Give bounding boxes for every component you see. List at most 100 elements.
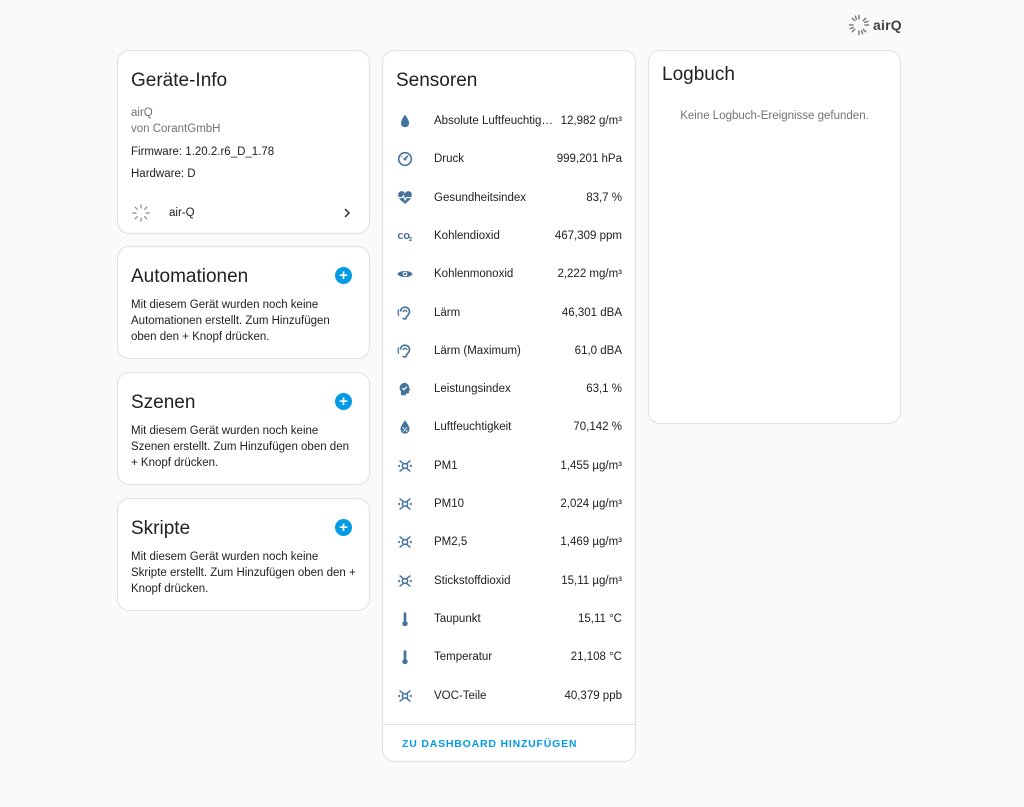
logo-text: airQ xyxy=(873,17,902,33)
sensor-value: 83,7 % xyxy=(586,191,622,204)
plus-icon: + xyxy=(339,393,348,410)
gauge-icon xyxy=(395,149,415,169)
sensor-row[interactable]: CO 2 Kohlendioxid 467,309 ppm xyxy=(395,217,622,255)
add-automation-button[interactable]: + xyxy=(335,267,352,284)
sensor-value: 12,982 g/m³ xyxy=(560,115,622,127)
device-name: airQ xyxy=(131,107,153,119)
plus-icon: + xyxy=(339,519,348,536)
airq-logo-icon xyxy=(848,14,870,36)
particles-icon xyxy=(395,686,415,706)
scenes-description: Mit diesem Gerät wurden noch keine Szene… xyxy=(131,425,349,469)
sensor-value: 70,142 % xyxy=(573,421,622,434)
sensors-card: Sensoren Absolute Luftfeuchtigkeit 12,982… xyxy=(382,50,636,762)
head-check-icon xyxy=(395,379,415,399)
scenes-card: Szenen + Mit diesem Gerät wurden noch ke… xyxy=(117,372,370,485)
sensor-row[interactable]: Temperatur 21,108 °C xyxy=(395,638,622,676)
sensors-title: Sensoren xyxy=(396,70,478,91)
sensor-row[interactable]: Luftfeuchtigkeit 70,142 % xyxy=(395,408,622,446)
particles-icon xyxy=(395,494,415,514)
integration-label: air-Q xyxy=(169,207,195,219)
sensor-value: 999,201 hPa xyxy=(556,153,622,166)
sensor-row[interactable]: Stickstoffdioxid 15,11 µg/m³ xyxy=(395,562,622,600)
water-drop-icon xyxy=(395,111,415,131)
sensor-name: Lärm (Maximum) xyxy=(434,344,521,357)
automations-description: Mit diesem Gerät wurden noch keine Autom… xyxy=(131,299,330,343)
particles-icon xyxy=(395,532,415,552)
sensor-row[interactable]: Lärm 46,301 dBA xyxy=(395,294,622,332)
logbook-empty-text: Keine Logbuch-Ereignisse gefunden. xyxy=(680,110,869,122)
sensor-name: Kohlendioxid xyxy=(434,229,500,242)
sensor-value: 61,0 dBA xyxy=(574,344,622,357)
water-percent-icon xyxy=(395,417,415,437)
scripts-description: Mit diesem Gerät wurden noch keine Skrip… xyxy=(131,551,356,595)
sensors-footer-divider xyxy=(383,724,635,725)
sensor-value: 2,222 mg/m³ xyxy=(557,268,622,281)
sensor-name: PM10 xyxy=(434,498,465,510)
sensor-value: 1,469 µg/m³ xyxy=(560,536,622,549)
sensor-name: Gesundheitsindex xyxy=(434,191,527,204)
sensor-value: 15,11 µg/m³ xyxy=(561,574,622,587)
plus-icon: + xyxy=(339,267,348,284)
sensor-name: VOC-Teile xyxy=(434,689,487,702)
sensor-row[interactable]: PM1 1,455 µg/m³ xyxy=(395,447,622,485)
add-to-dashboard-button[interactable]: ZU DASHBOARD HINZUFÜGEN xyxy=(402,738,577,750)
device-manufacturer: von CorantGmbH xyxy=(131,123,221,135)
airq-logo: airQ xyxy=(848,14,902,36)
sensor-name: Kohlenmonoxid xyxy=(434,268,514,281)
sensor-name: Taupunkt xyxy=(434,612,481,625)
airq-integration-icon xyxy=(132,204,150,222)
particles-icon xyxy=(395,456,415,476)
device-info-title: Geräte-Info xyxy=(131,70,228,91)
sensor-row[interactable]: Taupunkt 15,11 °C xyxy=(395,600,622,638)
automations-card: Automationen + Mit diesem Gerät wurden n… xyxy=(117,246,370,359)
sensor-name: Leistungsindex xyxy=(434,383,511,396)
thermometer-icon xyxy=(395,609,415,629)
sensor-name: Luftfeuchtigkeit xyxy=(434,421,512,434)
sensor-row[interactable]: Lärm (Maximum) 61,0 dBA xyxy=(395,332,622,370)
sensor-row[interactable]: Absolute Luftfeuchtigkeit 12,982 g/m³ xyxy=(395,102,622,140)
sensor-name: Stickstoffdioxid xyxy=(434,574,511,587)
heart-pulse-icon xyxy=(395,188,415,208)
sensor-row[interactable]: PM10 2,024 µg/m³ xyxy=(395,485,622,523)
add-script-button[interactable]: + xyxy=(335,519,352,536)
sensor-value: 467,309 ppm xyxy=(554,229,622,242)
sensor-value: 46,301 dBA xyxy=(561,306,622,319)
chevron-right-icon xyxy=(344,208,351,218)
device-hardware: Hardware: D xyxy=(131,168,196,180)
device-firmware: Firmware: 1.20.2.r6_D_1.78 xyxy=(131,146,275,158)
sensor-row[interactable]: Druck 999,201 hPa xyxy=(395,140,622,178)
thermometer-icon xyxy=(395,647,415,667)
co2-icon: CO 2 xyxy=(395,226,415,246)
sensor-name: PM2,5 xyxy=(434,536,468,549)
sensor-value: 1,455 µg/m³ xyxy=(560,459,622,472)
sensor-name: Temperatur xyxy=(434,651,493,664)
sensor-name: Absolute Luftfeuchtigkeit xyxy=(434,115,554,127)
device-info-card: Geräte-Info airQ von CorantGmbH Firmware… xyxy=(117,50,370,234)
logbook-card: Logbuch Keine Logbuch-Ereignisse gefunde… xyxy=(648,50,901,424)
logbook-title: Logbuch xyxy=(662,64,735,85)
automations-title: Automationen xyxy=(131,266,249,287)
sensor-row[interactable]: Kohlenmonoxid 2,222 mg/m³ xyxy=(395,255,622,293)
sensor-name: PM1 xyxy=(434,459,458,472)
scenes-title: Szenen xyxy=(131,392,196,413)
sensor-row[interactable]: Gesundheitsindex 83,7 % xyxy=(395,179,622,217)
ear-icon xyxy=(395,303,415,323)
add-scene-button[interactable]: + xyxy=(335,393,352,410)
particles-icon xyxy=(395,571,415,591)
sensor-value: 21,108 °C xyxy=(570,651,622,664)
sensor-value: 40,379 ppb xyxy=(564,689,622,702)
sensor-name: Lärm xyxy=(434,306,461,319)
sensor-value: 15,11 °C xyxy=(577,612,622,625)
sensor-row[interactable]: VOC-Teile 40,379 ppb xyxy=(395,677,622,715)
integration-link[interactable]: air-Q xyxy=(131,201,353,225)
sensor-row[interactable]: Leistungsindex 63,1 % xyxy=(395,370,622,408)
sensor-row[interactable]: PM2,5 1,469 µg/m³ xyxy=(395,523,622,561)
scripts-card: Skripte + Mit diesem Gerät wurden noch k… xyxy=(117,498,370,611)
svg-text:2: 2 xyxy=(409,237,413,243)
sensor-value: 63,1 % xyxy=(586,383,622,396)
ear-icon xyxy=(395,341,415,361)
sensor-value: 2,024 µg/m³ xyxy=(560,498,622,510)
scripts-title: Skripte xyxy=(131,518,191,539)
sensor-name: Druck xyxy=(434,153,465,166)
eye-icon xyxy=(395,264,415,284)
